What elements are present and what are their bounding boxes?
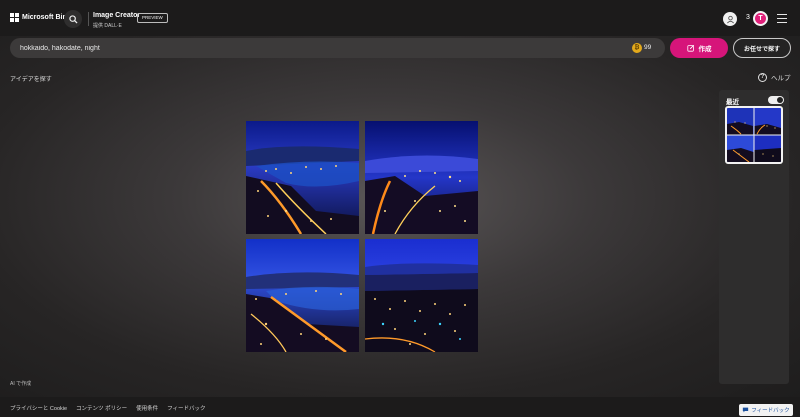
recent-title: 最近	[726, 99, 739, 106]
create-button[interactable]: 作成	[670, 38, 728, 58]
create-icon	[686, 44, 694, 52]
preview-badge: PREVIEW	[137, 13, 168, 23]
feedback-button-label: フィードバック	[751, 408, 790, 414]
rewards-badge[interactable]: T	[753, 11, 768, 26]
chat-bubble-icon	[743, 407, 749, 413]
generated-image-3[interactable]	[246, 239, 359, 352]
rewards-count: 3	[746, 14, 750, 21]
top-bar: Microsoft Bing Image Creator 提供 DALL·E P…	[0, 0, 800, 36]
footer: プライバシーと Cookie コンテンツ ポリシー 使用条件 フィードバック	[0, 397, 800, 417]
ai-generated-note: AI で作成	[10, 381, 32, 387]
help-icon: ?	[758, 72, 767, 82]
microsoft-logo-icon	[10, 13, 19, 22]
boost-count: 99	[644, 44, 652, 51]
search-icon	[68, 14, 78, 24]
city-night-image	[246, 239, 359, 352]
search-button[interactable]	[64, 10, 82, 28]
prompt-bar: ₿ 99	[10, 38, 665, 58]
app-subtitle: 提供 DALL·E	[93, 23, 122, 29]
boost-coin-icon: ₿	[632, 43, 642, 53]
city-night-image	[365, 239, 478, 352]
feedback-link[interactable]: フィードバック	[167, 404, 205, 412]
create-label: 作成	[698, 46, 712, 53]
thumbnail-grid-image	[727, 108, 781, 162]
microsoft-bing-logo[interactable]: Microsoft Bing	[10, 13, 71, 22]
recent-toggle[interactable]	[768, 96, 784, 104]
header-divider	[88, 12, 89, 26]
city-night-image	[246, 121, 359, 234]
generated-image-2[interactable]	[365, 121, 478, 234]
app-title[interactable]: Image Creator	[93, 12, 140, 19]
privacy-link[interactable]: プライバシーと Cookie	[10, 404, 67, 412]
surprise-me-button[interactable]: お任せで探す	[733, 38, 791, 58]
terms-link[interactable]: 使用条件	[136, 404, 158, 412]
explore-ideas-link[interactable]: アイデアを探す	[10, 74, 52, 83]
generated-image-1[interactable]	[246, 121, 359, 234]
content-policy-link[interactable]: コンテンツ ポリシー	[76, 404, 127, 412]
generated-image-4[interactable]	[365, 239, 478, 352]
prompt-input[interactable]	[20, 38, 620, 58]
help-link[interactable]: ? ヘルプ	[758, 72, 791, 82]
feedback-button[interactable]: フィードバック	[739, 404, 793, 416]
user-avatar[interactable]	[723, 12, 737, 26]
person-icon	[726, 15, 734, 23]
help-label: ヘルプ	[771, 75, 791, 82]
recent-thumbnail[interactable]	[725, 106, 783, 164]
footer-links: プライバシーと Cookie コンテンツ ポリシー 使用条件 フィードバック	[10, 404, 205, 412]
recent-panel: 最近	[719, 90, 789, 384]
menu-icon[interactable]	[777, 14, 787, 23]
toggle-knob	[777, 97, 783, 103]
city-night-image	[365, 121, 478, 234]
